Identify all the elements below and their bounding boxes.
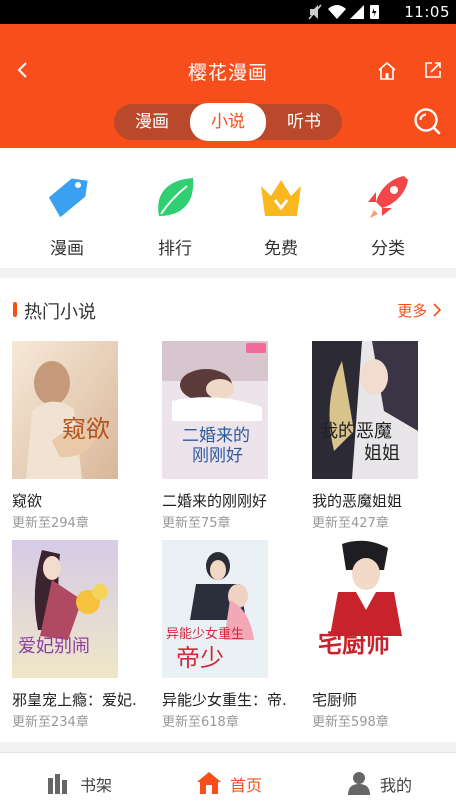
signal-icon xyxy=(350,5,364,19)
leaf-icon xyxy=(158,178,194,216)
book-update: 更新至294章 xyxy=(12,516,89,531)
book-card[interactable]: 宅厨师 宅厨师 更新至598章 xyxy=(312,540,440,732)
cover-art-title: 窥欲 xyxy=(62,415,110,443)
book-cover: 异能少女重生 帝少 xyxy=(162,540,268,678)
cover-art-title: 宅厨师 xyxy=(318,629,390,658)
status-time: 11:05 xyxy=(404,3,450,21)
battery-icon xyxy=(370,5,379,19)
book-update: 更新至427章 xyxy=(312,516,389,531)
book-update: 更新至618章 xyxy=(162,715,239,730)
book-card[interactable]: 二婚来的 刚刚好 二婚来的刚刚好 更新至75章 xyxy=(162,341,290,533)
mute-icon xyxy=(308,4,322,20)
hot-novels-header: 热门小说 更多 xyxy=(0,288,456,328)
wifi-icon xyxy=(328,5,346,19)
bookshelf-icon xyxy=(48,774,67,794)
book-cover: 爱妃别闹 xyxy=(12,540,118,678)
share-icon[interactable] xyxy=(423,60,443,80)
nav-label: 首页 xyxy=(230,776,263,795)
nav-bookshelf[interactable]: 书架 xyxy=(30,753,150,812)
tab-audiobooks[interactable]: 听书 xyxy=(266,104,342,140)
book-cover: 窥欲 xyxy=(12,341,118,479)
status-icons xyxy=(308,4,379,20)
section-title: 热门小说 xyxy=(24,302,96,323)
category-label: 分类 xyxy=(371,239,405,259)
book-card[interactable]: 爱妃别闹 邪皇宠上瘾：爱妃. 更新至234章 xyxy=(12,540,140,732)
bottom-nav: 书架 首页 我的 xyxy=(0,752,456,812)
cover-art-title: 姐姐 xyxy=(364,443,400,464)
home-icon[interactable] xyxy=(376,60,398,82)
book-update: 更新至75章 xyxy=(162,516,231,531)
rocket-icon xyxy=(368,176,408,218)
book-update: 更新至234章 xyxy=(12,715,89,730)
book-title: 二婚来的刚刚好 xyxy=(162,492,268,510)
content-type-switch: 漫画 小说 听书 xyxy=(114,103,342,141)
section-divider xyxy=(0,268,456,278)
nav-home[interactable]: 首页 xyxy=(180,753,300,812)
cover-art-title: 爱妃别闹 xyxy=(18,636,90,657)
book-update: 更新至598章 xyxy=(312,715,389,730)
user-icon xyxy=(348,772,370,795)
app-header: 樱花漫画 漫画 小说 听书 xyxy=(0,24,456,148)
category-ranking[interactable]: 排行 xyxy=(130,160,220,264)
tag-icon xyxy=(48,178,88,218)
section-divider xyxy=(0,742,456,752)
category-classify[interactable]: 分类 xyxy=(343,160,433,264)
tab-comics[interactable]: 漫画 xyxy=(114,104,190,140)
status-bar: 11:05 xyxy=(0,0,456,24)
category-label: 漫画 xyxy=(50,239,84,259)
nav-mine[interactable]: 我的 xyxy=(330,753,450,812)
book-card[interactable]: 窥欲 窥欲 更新至294章 xyxy=(12,341,140,533)
cover-art-title: 我的恶魔 xyxy=(320,421,392,442)
book-title: 窥欲 xyxy=(12,492,43,510)
category-comics[interactable]: 漫画 xyxy=(22,160,112,264)
category-free[interactable]: 免费 xyxy=(236,160,326,264)
cover-art-title: 异能少女重生 xyxy=(166,626,244,642)
book-title: 异能少女重生：帝. xyxy=(162,691,287,709)
cover-art-title: 二婚来的 xyxy=(182,426,250,446)
cover-art-title: 帝少 xyxy=(176,644,224,672)
book-title: 宅厨师 xyxy=(312,691,358,709)
section-accent-bar xyxy=(13,302,17,317)
book-cover: 宅厨师 xyxy=(312,540,418,678)
chevron-right-icon xyxy=(433,303,442,317)
book-title: 邪皇宠上瘾：爱妃. xyxy=(12,691,137,709)
book-card[interactable]: 我的恶魔 姐姐 我的恶魔姐姐 更新至427章 xyxy=(312,341,440,533)
book-title: 我的恶魔姐姐 xyxy=(312,492,403,510)
book-card[interactable]: 异能少女重生 帝少 异能少女重生：帝. 更新至618章 xyxy=(162,540,290,732)
crown-icon xyxy=(261,180,301,216)
book-cover: 我的恶魔 姐姐 xyxy=(312,341,418,479)
category-label: 排行 xyxy=(158,239,192,259)
cover-art-title: 刚刚好 xyxy=(192,446,243,466)
more-link[interactable]: 更多 xyxy=(397,300,442,321)
tab-novels[interactable]: 小说 xyxy=(190,103,266,141)
nav-label: 我的 xyxy=(380,776,413,795)
category-label: 免费 xyxy=(264,239,298,259)
search-icon[interactable] xyxy=(412,106,442,136)
book-cover: 二婚来的 刚刚好 xyxy=(162,341,268,479)
home-icon xyxy=(197,772,221,794)
nav-label: 书架 xyxy=(80,776,113,795)
more-label: 更多 xyxy=(397,302,428,320)
category-shortcuts: 漫画 排行 免费 分类 xyxy=(0,160,456,264)
